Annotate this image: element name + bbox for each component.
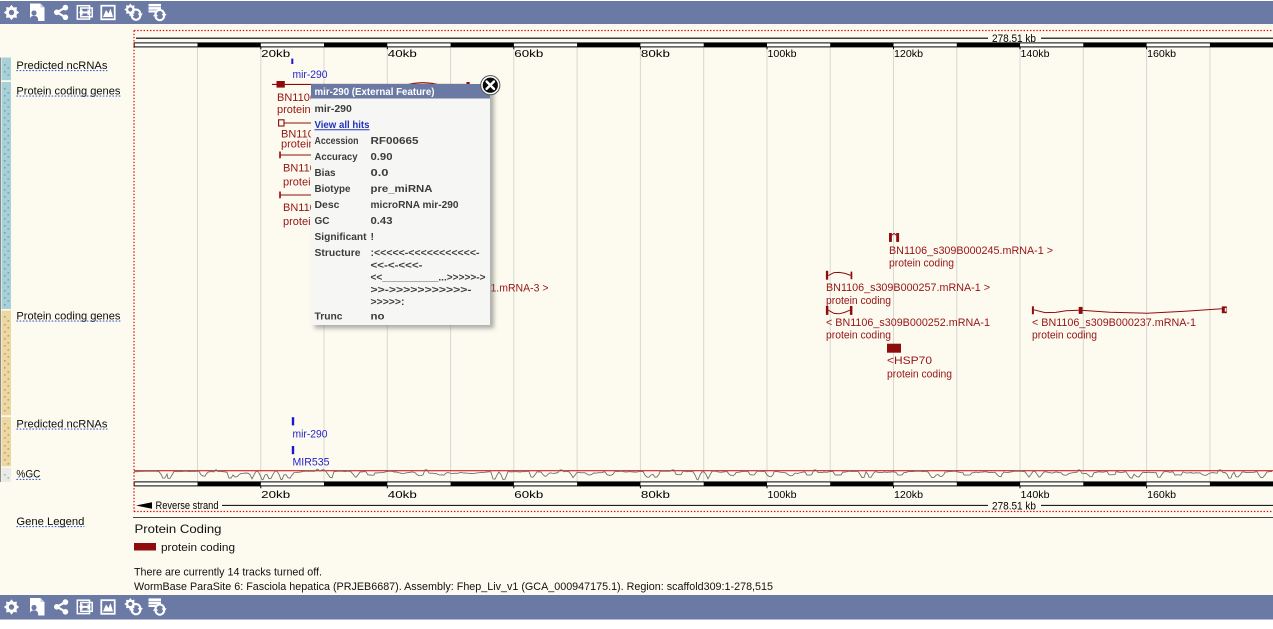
svg-text:mir-290: mir-290 <box>293 69 328 81</box>
svg-text::<<<<<-<<<<<<<<<<<-: :<<<<<-<<<<<<<<<<<- <box>371 247 480 259</box>
svg-text:140kb: 140kb <box>1021 48 1050 60</box>
svg-text:20kb: 20kb <box>261 48 290 60</box>
svg-text:MIR535: MIR535 <box>293 457 330 469</box>
svg-text:Structure: Structure <box>315 247 361 259</box>
svg-text:Trunc: Trunc <box>315 311 343 323</box>
svg-text:Desc: Desc <box>315 199 340 211</box>
svg-text:160kb: 160kb <box>1147 489 1176 501</box>
svg-text:40kb: 40kb <box>388 489 417 501</box>
svg-text:Reverse strand: Reverse strand <box>156 500 219 512</box>
svg-text:0.0: 0.0 <box>371 167 389 179</box>
svg-text:>>>>>:: >>>>>: <box>371 296 405 308</box>
svg-text:Predicted ncRNAs: Predicted ncRNAs <box>16 60 108 72</box>
svg-text:< BN1106_s309B000252.mRNA-1: < BN1106_s309B000252.mRNA-1 <box>826 317 990 329</box>
svg-text:protein coding: protein coding <box>826 295 891 307</box>
svg-text:Significant: Significant <box>315 231 367 243</box>
svg-text:120kb: 120kb <box>894 48 923 60</box>
svg-text:<<__________...>>>>>->: <<__________...>>>>>-> <box>371 272 486 284</box>
svg-text:GC: GC <box>315 215 330 227</box>
svg-text:mir-290: mir-290 <box>293 429 328 441</box>
svg-text:BN1106_s309B000245.mRNA-1 >: BN1106_s309B000245.mRNA-1 > <box>889 245 1053 257</box>
svg-text:100kb: 100kb <box>768 489 797 501</box>
svg-text:protein coding: protein coding <box>889 257 954 269</box>
svg-text:>>->>>>>>>>>>>-: >>->>>>>>>>>>>- <box>371 284 473 296</box>
svg-text:Accession: Accession <box>315 135 359 147</box>
svg-text:60kb: 60kb <box>514 489 543 501</box>
svg-text:protein coding: protein coding <box>1032 329 1097 341</box>
svg-text:protein coding: protein coding <box>826 329 891 341</box>
svg-text:Bias: Bias <box>315 167 336 179</box>
svg-text:40kb: 40kb <box>388 48 417 60</box>
svg-text:Protein coding genes: Protein coding genes <box>16 310 120 322</box>
svg-text:100kb: 100kb <box>768 48 797 60</box>
svg-text:278.51 kb: 278.51 kb <box>992 501 1036 513</box>
svg-text:Accuracy: Accuracy <box>315 151 358 163</box>
svg-text:!: ! <box>371 231 375 243</box>
svg-text:protein coding: protein coding <box>161 542 235 554</box>
svg-text:120kb: 120kb <box>894 489 923 501</box>
svg-text:Biotype: Biotype <box>315 183 351 195</box>
svg-text:RF00665: RF00665 <box>371 135 419 147</box>
svg-text:%GC: %GC <box>16 469 40 481</box>
svg-text:pre_miRNA: pre_miRNA <box>371 183 433 195</box>
svg-text:Gene Legend: Gene Legend <box>16 516 84 528</box>
svg-text:Predicted ncRNAs: Predicted ncRNAs <box>16 418 108 430</box>
svg-text:80kb: 80kb <box>641 48 670 60</box>
svg-text:60kb: 60kb <box>514 48 543 60</box>
svg-text:20kb: 20kb <box>261 489 290 501</box>
svg-text:Protein coding genes: Protein coding genes <box>16 85 120 97</box>
svg-text:0.90: 0.90 <box>371 151 393 163</box>
svg-text:microRNA mir-290: microRNA mir-290 <box>371 199 459 211</box>
svg-text:<<-<-<<<-: <<-<-<<<- <box>371 259 424 271</box>
svg-text:160kb: 160kb <box>1147 48 1176 60</box>
svg-text:mir-290 (External Feature): mir-290 (External Feature) <box>315 86 435 98</box>
svg-text:140kb: 140kb <box>1021 489 1050 501</box>
svg-text:There are currently 14 tracks: There are currently 14 tracks turned off… <box>134 567 322 579</box>
svg-text:< BN1106_s309B000237.mRNA-1: < BN1106_s309B000237.mRNA-1 <box>1032 317 1196 329</box>
svg-text:Protein Coding: Protein Coding <box>135 522 222 536</box>
svg-text:0.43: 0.43 <box>371 215 393 227</box>
svg-text:no: no <box>371 311 385 323</box>
svg-text:WormBase ParaSite 6: Fasciola: WormBase ParaSite 6: Fasciola hepatica (… <box>134 581 773 593</box>
svg-text:<HSP70: <HSP70 <box>887 355 932 367</box>
svg-text:BN1106_s309B000257.mRNA-1 >: BN1106_s309B000257.mRNA-1 > <box>826 282 990 294</box>
svg-text:View all hits: View all hits <box>315 119 370 131</box>
svg-text:mir-290: mir-290 <box>315 103 353 115</box>
svg-text:protein coding: protein coding <box>887 369 952 381</box>
svg-text:80kb: 80kb <box>641 489 670 501</box>
